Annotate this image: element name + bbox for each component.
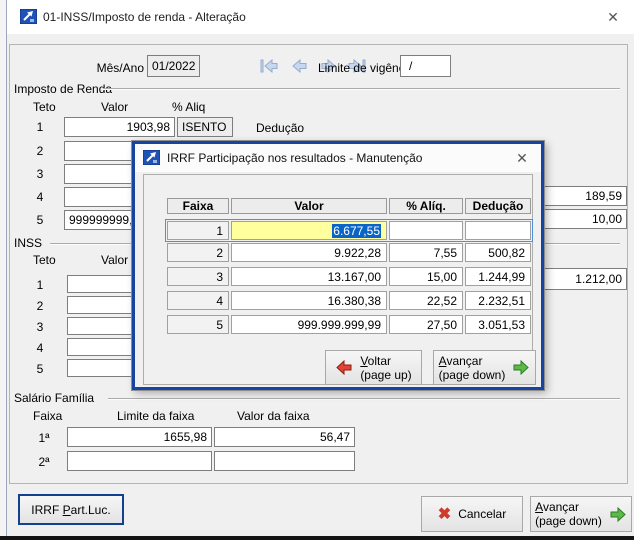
ir-col-teto: Teto <box>33 100 56 114</box>
irrf-col-valor: Valor <box>231 198 387 214</box>
main-titlebar: 01-INSS/Imposto de renda - Alteração ✕ <box>7 0 634 34</box>
inss-col-teto: Teto <box>33 253 56 267</box>
voltar-page-up-button[interactable]: Voltar (page up) <box>325 350 422 385</box>
sf-row-2-faixa: 2ª <box>33 455 55 469</box>
imposto-renda-group-label: Imposto de Renda <box>14 82 112 96</box>
ir-row-5-teto: 5 <box>30 213 50 227</box>
advance-page-down-button[interactable]: Avançar (page down) <box>530 496 632 532</box>
window-left-edge <box>0 0 7 540</box>
inss-col-valor: Valor <box>101 253 128 267</box>
irrf-part-luc-button[interactable]: IRRF Part.Luc. <box>18 494 124 525</box>
sf-col-valor: Valor da faixa <box>237 409 310 423</box>
mes-ano-label: Mês/Ano <box>96 61 144 75</box>
inss-row-5-teto: 5 <box>30 362 50 376</box>
app-icon <box>20 9 37 24</box>
irrf-modal-dialog: IRRF Participação nos resultados - Manut… <box>132 141 544 390</box>
mes-ano-field[interactable]: 01/2022 <box>147 55 200 77</box>
screen: { "window": { "title": "01-INSS/Imposto … <box>0 0 634 540</box>
nav-prev-button[interactable] <box>288 58 310 74</box>
irrf-row-3-aliq-cell[interactable]: 15,00 <box>389 267 463 286</box>
sf-row-1-valor-field[interactable]: 56,47 <box>214 427 355 447</box>
sf-row-2-valor-field[interactable] <box>214 451 355 471</box>
advance-arrow-icon <box>609 507 627 522</box>
voltar-button-label: Voltar (page up) <box>360 354 411 382</box>
irrf-row-4-valor-cell[interactable]: 16.380,38 <box>231 291 387 310</box>
salario-familia-group-label: Salário Família <box>14 391 94 405</box>
nav-first-button[interactable] <box>258 58 280 74</box>
irrf-row-4-deducao-cell[interactable]: 2.232,51 <box>465 291 531 310</box>
limite-vigencia-field[interactable]: / <box>400 55 451 77</box>
cancel-button-label: Cancelar <box>458 507 506 521</box>
first-record-icon <box>260 59 278 73</box>
cancel-x-icon: ✖ <box>438 504 451 524</box>
irrf-table: Faixa Valor % Alíq. Dedução 1 6.677,55 2… <box>167 198 533 339</box>
sf-row-1-faixa: 1ª <box>33 431 55 445</box>
ir-row-1-valor-field[interactable]: 1903,98 <box>64 117 175 137</box>
irrf-table-row-1-selected: 1 6.677,55 <box>165 219 533 242</box>
close-icon[interactable]: ✕ <box>604 8 622 26</box>
ir-row-1-teto: 1 <box>30 120 50 134</box>
inss-row-3-teto: 3 <box>30 320 50 334</box>
ir-col-aliq: % Aliq <box>172 100 205 114</box>
modal-titlebar: IRRF Participação nos resultados - Manut… <box>135 144 541 172</box>
irrf-row-5-faixa: 5 <box>167 315 229 334</box>
forward-arrow-icon <box>512 360 530 375</box>
inss-row-2-teto: 2 <box>30 299 50 313</box>
sf-col-faixa: Faixa <box>33 409 62 423</box>
irrf-part-luc-label: IRRF Part.Luc. <box>31 503 110 517</box>
irrf-table-row-3: 3 13.167,00 15,00 1.244,99 <box>167 267 533 286</box>
irrf-row-2-faixa: 2 <box>167 243 229 262</box>
back-arrow-icon <box>335 360 353 375</box>
irrf-col-faixa: Faixa <box>167 198 229 214</box>
irrf-row-2-deducao-cell[interactable]: 500,82 <box>465 243 531 262</box>
irrf-row-4-aliq-cell[interactable]: 22,52 <box>389 291 463 310</box>
ir-row-2-teto: 2 <box>30 144 50 158</box>
irrf-row-4-faixa: 4 <box>167 291 229 310</box>
selected-text: 6.677,55 <box>332 224 381 238</box>
sf-row-1-limite-field[interactable]: 1655,98 <box>67 427 212 447</box>
screen-bottom-edge <box>0 536 634 540</box>
irrf-row-3-valor-cell[interactable]: 13.167,00 <box>231 267 387 286</box>
ir-row-1-aliq-field[interactable]: ISENTO <box>177 117 233 137</box>
irrf-table-row-5: 5 999.999.999,99 27,50 3.051,53 <box>167 315 533 334</box>
salario-familia-group-line <box>108 398 620 400</box>
irrf-row-5-valor-cell[interactable]: 999.999.999,99 <box>231 315 387 334</box>
imposto-renda-group-line <box>103 88 620 90</box>
inss-row-4-teto: 4 <box>30 341 50 355</box>
irrf-row-5-aliq-cell[interactable]: 27,50 <box>389 315 463 334</box>
irrf-row-3-faixa: 3 <box>167 267 229 286</box>
ir-row-3-teto: 3 <box>30 167 50 181</box>
irrf-row-1-aliq-cell[interactable] <box>389 221 463 240</box>
modal-close-icon[interactable]: ✕ <box>513 149 531 167</box>
sf-col-limite: Limite da faixa <box>117 409 194 423</box>
avancar-page-down-button[interactable]: Avançar (page down) <box>433 350 536 385</box>
irrf-row-5-deducao-cell[interactable]: 3.051,53 <box>465 315 531 334</box>
irrf-col-aliq: % Alíq. <box>389 198 463 214</box>
sf-row-2-limite-field[interactable] <box>67 451 212 471</box>
ir-deducao-label: Dedução <box>256 121 304 135</box>
irrf-row-2-valor-cell[interactable]: 9.922,28 <box>231 243 387 262</box>
modal-app-icon <box>143 150 160 165</box>
irrf-table-row-2: 2 9.922,28 7,55 500,82 <box>167 243 533 262</box>
ir-row-4-teto: 4 <box>30 190 50 204</box>
irrf-row-1-deducao-cell[interactable] <box>465 221 531 240</box>
avancar-button-label: Avançar (page down) <box>439 354 506 382</box>
modal-title: IRRF Participação nos resultados - Manut… <box>167 151 422 165</box>
advance-button-label: Avançar (page down) <box>535 500 602 528</box>
irrf-row-3-deducao-cell[interactable]: 1.244,99 <box>465 267 531 286</box>
irrf-row-2-aliq-cell[interactable]: 7,55 <box>389 243 463 262</box>
irrf-row-1-valor-cell[interactable]: 6.677,55 <box>231 221 387 240</box>
ir-col-valor: Valor <box>101 100 128 114</box>
irrf-row-1-faixa: 1 <box>167 221 229 240</box>
inss-group-label: INSS <box>14 236 42 250</box>
cancel-button[interactable]: ✖ Cancelar <box>421 496 523 532</box>
irrf-col-deducao: Dedução <box>465 198 531 214</box>
irrf-table-header-row: Faixa Valor % Alíq. Dedução <box>167 198 533 214</box>
inss-row-1-teto: 1 <box>30 278 50 292</box>
window-title: 01-INSS/Imposto de renda - Alteração <box>43 10 246 24</box>
irrf-table-row-4: 4 16.380,38 22,52 2.232,51 <box>167 291 533 310</box>
prev-record-icon <box>290 59 308 73</box>
